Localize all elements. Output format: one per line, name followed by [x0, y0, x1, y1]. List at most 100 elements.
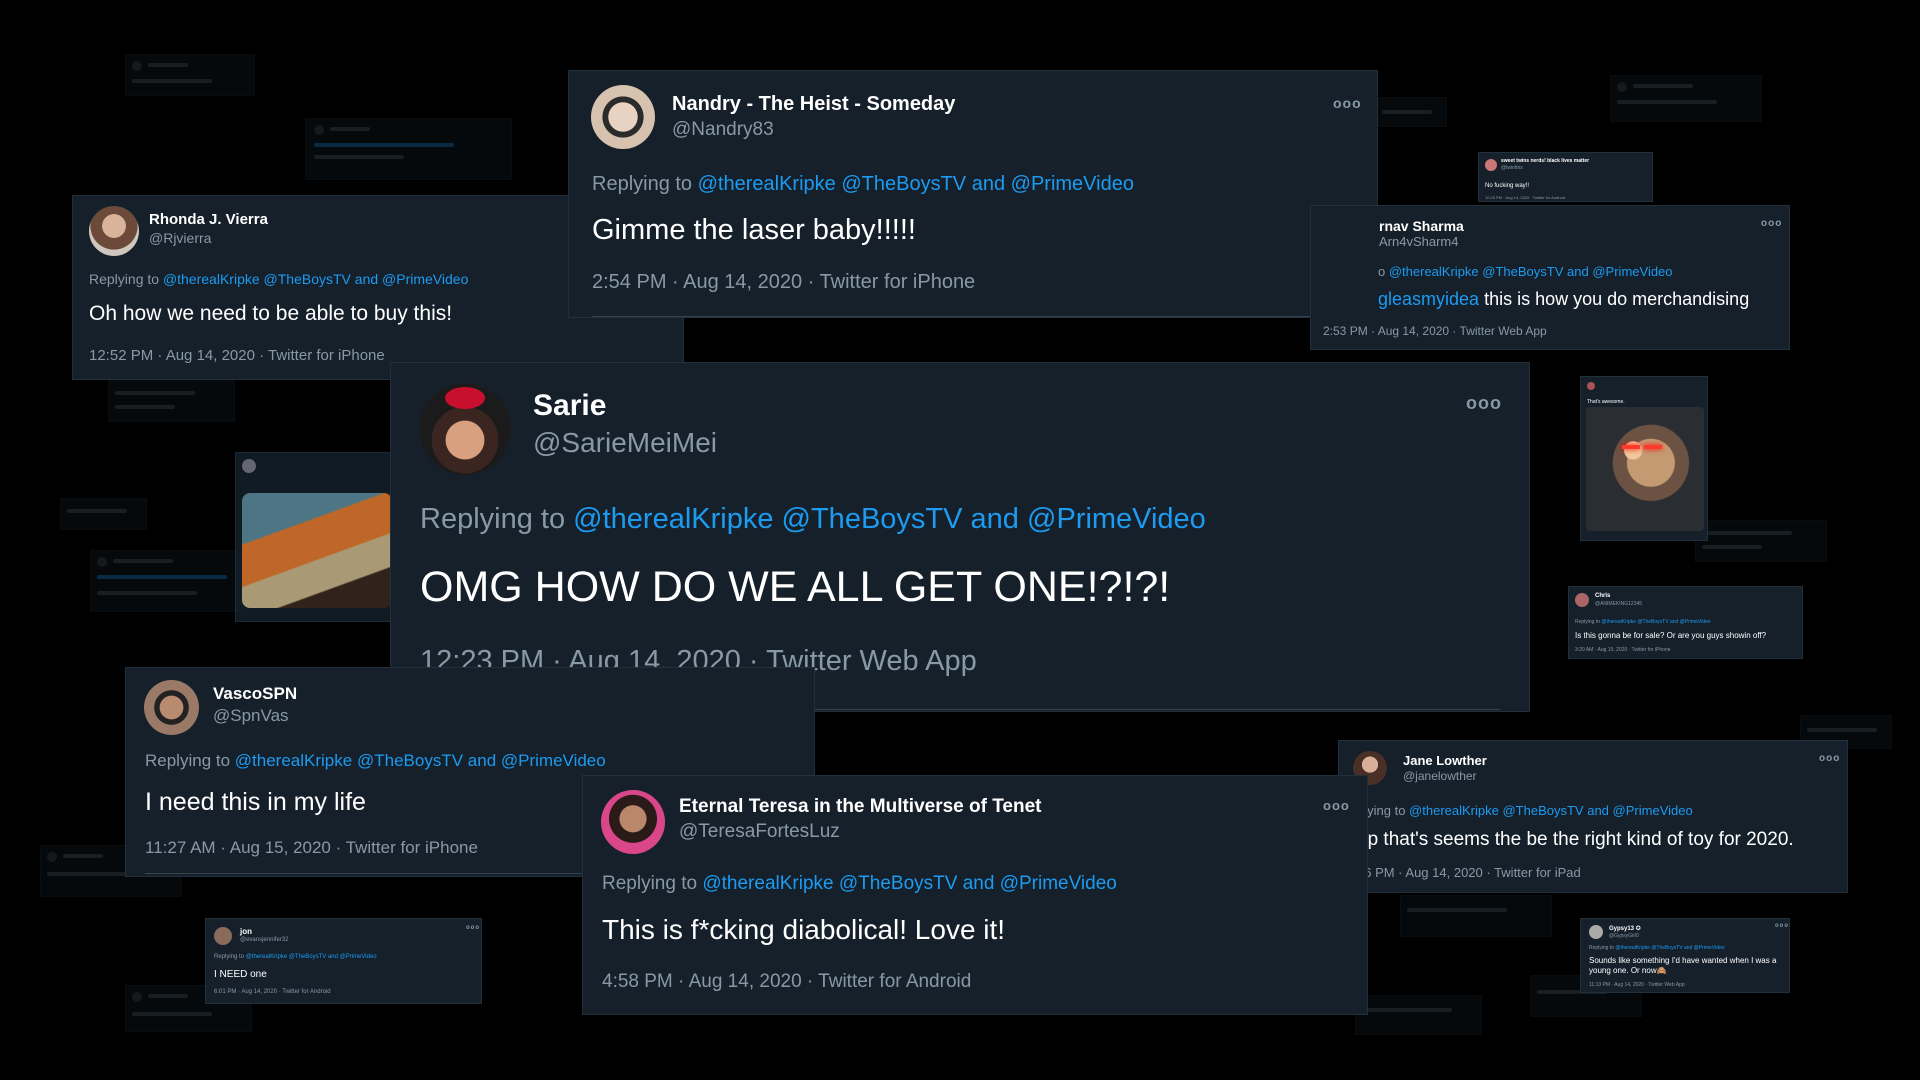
mention-link[interactable]: @therealKripke — [1409, 803, 1499, 818]
avatar — [601, 790, 665, 854]
avatar — [1575, 593, 1589, 607]
more-icon[interactable]: ooo — [1466, 393, 1502, 414]
tweet-card-image[interactable]: That's awesome. — [1580, 376, 1708, 541]
media-image[interactable] — [242, 493, 392, 608]
avatar — [1485, 159, 1497, 171]
ghost-tweet — [60, 498, 147, 530]
mention-link[interactable]: @TheBoysTV — [289, 954, 326, 960]
tweet-card-image[interactable] — [235, 452, 395, 622]
more-icon[interactable]: ooo — [1333, 95, 1362, 111]
author-name: Sarie — [533, 389, 607, 422]
author-handle: @evansjennifer32 — [240, 937, 289, 943]
author-name: Rhonda J. Vierra — [149, 211, 268, 228]
tweet-text: I need this in my life — [145, 788, 366, 816]
mention-link[interactable]: @TheBoysTV — [841, 173, 966, 195]
author-name: Eternal Teresa in the Multiverse of Tene… — [679, 796, 1042, 817]
tweet-card-sarie[interactable]: Sarie @SarieMeiMei ooo Replying to @ther… — [390, 362, 1530, 712]
mention-link[interactable]: @therealKripke — [235, 751, 352, 770]
tweet-meta: 11:13 PM · Aug 14, 2020 · Twitter Web Ap… — [1589, 982, 1685, 988]
tweet-meta: 3:20 AM · Aug 15, 2020 · Twitter for iPh… — [1575, 647, 1671, 653]
tweet-text: gleasmyidea this is how you do merchandi… — [1378, 289, 1750, 309]
author-handle: @Rjvierra — [149, 230, 212, 246]
author-name: Jane Lowther — [1403, 753, 1487, 768]
author-handle: @TeresaFortesLuz — [679, 821, 840, 842]
tweet-meta: 2:53 PM · Aug 14, 2020 · Twitter Web App — [1323, 324, 1547, 338]
mention-link[interactable]: @therealKripke — [573, 503, 773, 535]
tweet-card-jon[interactable]: jon @evansjennifer32 ooo Replying to @th… — [205, 918, 482, 1004]
more-icon[interactable]: ooo — [1761, 218, 1782, 229]
mention-link[interactable]: @therealKripke — [1615, 945, 1650, 951]
tweet-text: Is this gonna be for sale? Or are you gu… — [1575, 631, 1767, 640]
ghost-tweet — [1400, 895, 1552, 937]
mention-link[interactable]: @TheBoysTV — [1502, 803, 1583, 818]
mention-link[interactable]: @PrimeVideo — [501, 751, 606, 770]
tweet-card-jane[interactable]: Jane Lowther @janelowther ooo plying to … — [1338, 740, 1848, 893]
author-handle: @janelowther — [1403, 769, 1477, 783]
mention-link[interactable]: @TheBoysTV — [1637, 619, 1668, 625]
mention-link[interactable]: @TheBoysTV — [357, 751, 463, 770]
ghost-tweet — [125, 54, 255, 96]
mention-link[interactable]: @PrimeVideo — [1694, 945, 1725, 951]
media-image[interactable] — [1586, 407, 1704, 531]
mention-link[interactable]: @therealKripke — [1389, 264, 1479, 279]
mention-link[interactable]: @TheBoysTV — [1482, 264, 1563, 279]
mention-link[interactable]: @TheBoysTV — [264, 271, 351, 287]
tweet-card-teresa[interactable]: Eternal Teresa in the Multiverse of Tene… — [582, 775, 1368, 1015]
tweet-text: Oh how we need to be able to buy this! — [89, 302, 453, 325]
mention-link[interactable]: @PrimeVideo — [1613, 803, 1693, 818]
tweet-meta: 12:52 PM · Aug 14, 2020 · Twitter for iP… — [89, 347, 385, 364]
author-handle: @SarieMeiMei — [533, 427, 718, 458]
ghost-tweet — [1610, 75, 1762, 122]
more-icon[interactable]: ooo — [1775, 923, 1789, 929]
mention-link[interactable]: gleasmyidea — [1378, 289, 1479, 309]
ghost-tweet — [1695, 520, 1827, 562]
more-icon[interactable]: ooo — [1323, 798, 1350, 813]
replying-to: Replying to @therealKripke @TheBoysTV an… — [89, 271, 469, 287]
tweet-text: Gimme the laser baby!!!!! — [592, 214, 916, 246]
more-icon[interactable]: ooo — [466, 925, 480, 931]
mention-link[interactable]: @TheBoysTV — [782, 503, 963, 535]
mention-link[interactable]: @PrimeVideo — [1000, 873, 1117, 894]
avatar — [214, 927, 232, 945]
tweet-card-nandry[interactable]: Nandry - The Heist - Someday @Nandry83 o… — [568, 70, 1378, 318]
tweet-meta: 6:01 PM · Aug 14, 2020 · Twitter for And… — [214, 989, 331, 995]
mention-link[interactable]: @PrimeVideo — [1027, 503, 1206, 535]
divider — [592, 316, 1354, 317]
mention-link[interactable]: @therealKripke — [1601, 619, 1636, 625]
mention-link[interactable]: @PrimeVideo — [1011, 173, 1134, 195]
mention-link[interactable]: @PrimeVideo — [340, 954, 377, 960]
mention-link[interactable]: @TheBoysTV — [1651, 945, 1682, 951]
more-icon[interactable]: ooo — [1819, 753, 1840, 764]
bow-decoration — [445, 387, 485, 409]
ghost-tweet — [1355, 995, 1482, 1035]
tweet-text: This is f*cking diabolical! Love it! — [602, 914, 1006, 945]
tweet-meta: 2:54 PM · Aug 14, 2020 · Twitter for iPh… — [592, 271, 976, 293]
replying-to: Replying to @therealKripke @TheBoysTV an… — [592, 173, 1134, 195]
tweet-card-chris[interactable]: Chris @ANIMEKING12345 Replying to @there… — [1568, 586, 1803, 659]
tweet-meta: 11:27 AM · Aug 15, 2020 · Twitter for iP… — [145, 838, 478, 857]
author-name: rnav Sharma — [1379, 218, 1464, 234]
tweet-card-gypsy[interactable]: Gypsy13 ✪ @GypsyGirl0 ooo Replying to @t… — [1580, 918, 1790, 993]
tweet-text: That's awesome. — [1587, 399, 1625, 405]
tweet-meta: 10:23 PM · Aug 14, 2020 · Twitter for An… — [1485, 195, 1565, 200]
mention-link[interactable]: @PrimeVideo — [382, 271, 468, 287]
avatar — [1587, 382, 1595, 390]
author-handle: @twintins — [1501, 165, 1523, 171]
tweet-text: ep that's seems the be the right kind of… — [1357, 829, 1794, 850]
mention-link[interactable]: @PrimeVideo — [1680, 619, 1711, 625]
author-handle: @Nandry83 — [672, 119, 774, 140]
avatar — [89, 206, 139, 256]
avatar — [419, 383, 511, 475]
laser-eye-glow — [1644, 445, 1662, 449]
mention-link[interactable]: @therealKripke — [698, 173, 836, 195]
mention-link[interactable]: @PrimeVideo — [1592, 264, 1672, 279]
author-name: VascoSPN — [213, 684, 298, 703]
mention-link[interactable]: @therealKripke — [246, 954, 287, 960]
mention-link[interactable]: @TheBoysTV — [839, 873, 958, 894]
tweet-card-small[interactable]: sweet twins nerds! black lives matter @t… — [1478, 152, 1653, 202]
tweet-card-arnav[interactable]: rnav Sharma Arn4vSharm4 ooo o @therealKr… — [1310, 205, 1790, 350]
author-name: jon — [240, 927, 252, 936]
mention-link[interactable]: @therealKripke — [163, 271, 260, 287]
ghost-tweet — [1375, 97, 1447, 127]
mention-link[interactable]: @therealKripke — [702, 873, 833, 894]
